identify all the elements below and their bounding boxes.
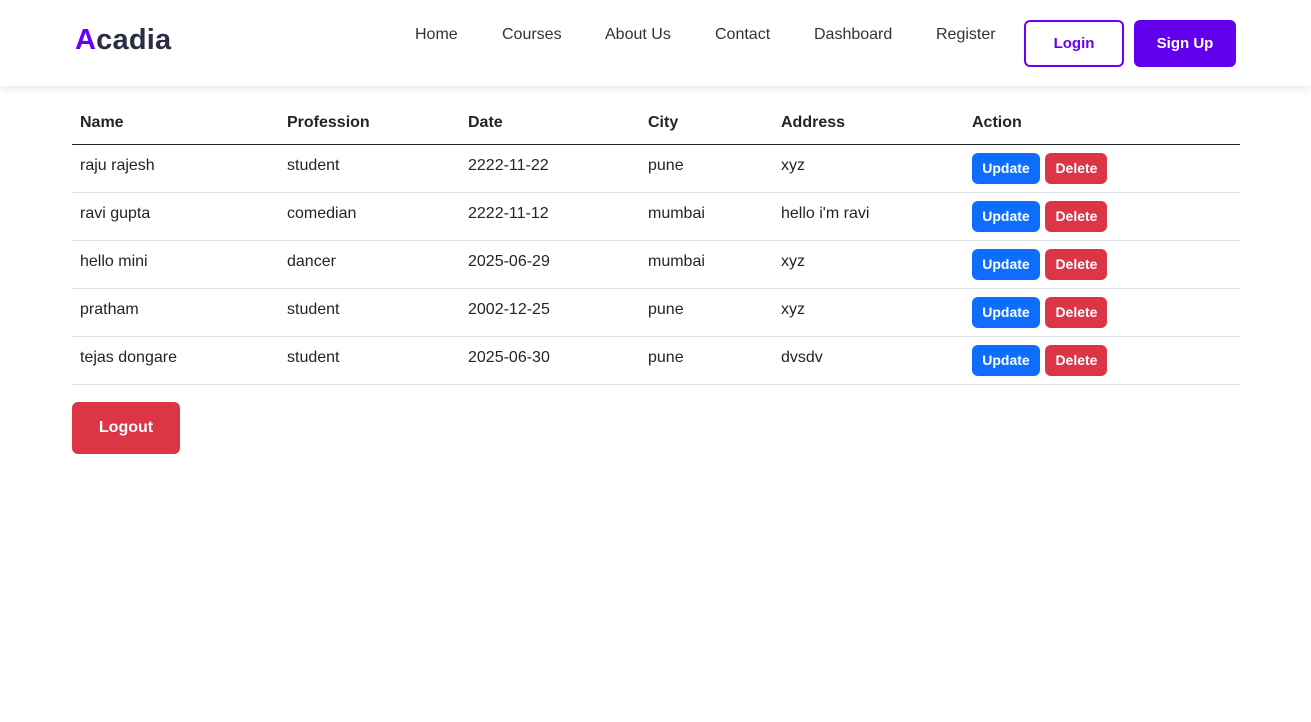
cell-name: tejas dongare <box>72 336 279 385</box>
cell-action: Update Delete <box>964 144 1240 193</box>
cell-address: dvsdv <box>773 336 964 385</box>
cell-profession: student <box>279 336 460 385</box>
cell-city: pune <box>640 336 773 385</box>
update-button[interactable]: Update <box>972 344 1040 376</box>
update-button[interactable]: Update <box>972 200 1040 232</box>
table-row: ravi gupta comedian 2222-11-12 mumbai he… <box>72 192 1240 241</box>
users-table: Name Profession Date City Address Action… <box>72 103 1240 385</box>
column-header-name: Name <box>72 103 279 145</box>
update-button[interactable]: Update <box>972 152 1040 184</box>
nav-link-contact[interactable]: Contact <box>715 26 770 44</box>
cell-action: Update Delete <box>964 192 1240 241</box>
cell-action: Update Delete <box>964 240 1240 289</box>
column-header-profession: Profession <box>279 103 460 145</box>
column-header-action: Action <box>964 103 1240 145</box>
delete-button[interactable]: Delete <box>1045 296 1108 328</box>
cell-profession: student <box>279 288 460 337</box>
column-header-city: City <box>640 103 773 145</box>
cell-action: Update Delete <box>964 336 1240 385</box>
logout-button[interactable]: Logout <box>72 402 180 454</box>
delete-button[interactable]: Delete <box>1045 200 1108 232</box>
cell-name: ravi gupta <box>72 192 279 241</box>
cell-profession: student <box>279 144 460 193</box>
table-row: pratham student 2002-12-25 pune xyz Upda… <box>72 288 1240 337</box>
cell-address: xyz <box>773 240 964 289</box>
update-button[interactable]: Update <box>972 248 1040 280</box>
cell-city: mumbai <box>640 240 773 289</box>
cell-date: 2025-06-29 <box>460 240 640 289</box>
cell-date: 2002-12-25 <box>460 288 640 337</box>
delete-button[interactable]: Delete <box>1045 248 1108 280</box>
update-button[interactable]: Update <box>972 296 1040 328</box>
table-row: raju rajesh student 2222-11-22 pune xyz … <box>72 144 1240 193</box>
cell-city: mumbai <box>640 192 773 241</box>
cell-name: raju rajesh <box>72 144 279 193</box>
table-header-row: Name Profession Date City Address Action <box>72 103 1240 145</box>
cell-address: hello i'm ravi <box>773 192 964 241</box>
cell-name: pratham <box>72 288 279 337</box>
signup-button[interactable]: Sign Up <box>1134 20 1236 67</box>
cell-profession: comedian <box>279 192 460 241</box>
column-header-address: Address <box>773 103 964 145</box>
delete-button[interactable]: Delete <box>1045 152 1108 184</box>
cell-date: 2222-11-22 <box>460 144 640 193</box>
nav-link-about-us[interactable]: About Us <box>605 26 671 44</box>
cell-name: hello mini <box>72 240 279 289</box>
cell-date: 2025-06-30 <box>460 336 640 385</box>
nav-link-register[interactable]: Register <box>936 26 996 44</box>
nav-link-courses[interactable]: Courses <box>502 26 562 44</box>
navbar: Acadia Home Courses About Us Contact Das… <box>0 0 1311 86</box>
cell-action: Update Delete <box>964 288 1240 337</box>
brand-logo[interactable]: Acadia <box>75 24 171 57</box>
delete-button[interactable]: Delete <box>1045 344 1108 376</box>
cell-city: pune <box>640 144 773 193</box>
cell-profession: dancer <box>279 240 460 289</box>
nav-link-home[interactable]: Home <box>415 26 458 44</box>
cell-date: 2222-11-12 <box>460 192 640 241</box>
cell-address: xyz <box>773 288 964 337</box>
column-header-date: Date <box>460 103 640 145</box>
login-button[interactable]: Login <box>1024 20 1124 67</box>
brand-logo-first-letter: A <box>75 24 97 56</box>
nav-link-dashboard[interactable]: Dashboard <box>814 26 892 44</box>
table-row: hello mini dancer 2025-06-29 mumbai xyz … <box>72 240 1240 289</box>
cell-address: xyz <box>773 144 964 193</box>
brand-logo-rest: cadia <box>96 24 172 56</box>
table-row: tejas dongare student 2025-06-30 pune dv… <box>72 336 1240 385</box>
cell-city: pune <box>640 288 773 337</box>
